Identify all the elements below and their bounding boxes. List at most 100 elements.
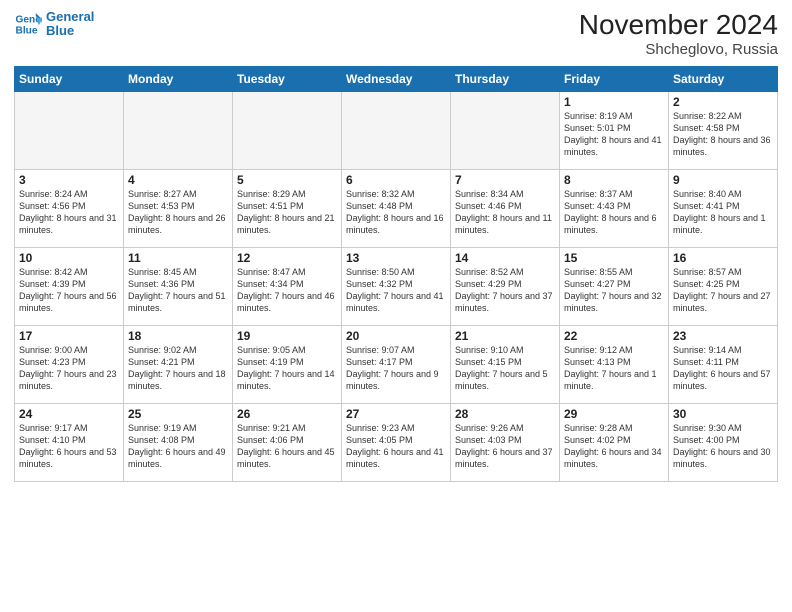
header: General Blue General Blue November 2024 …: [14, 10, 778, 58]
day-info: Sunrise: 9:05 AM Sunset: 4:19 PM Dayligh…: [237, 344, 337, 393]
day-number: 5: [237, 173, 337, 187]
logo: General Blue General Blue: [14, 10, 94, 39]
day-info: Sunrise: 8:45 AM Sunset: 4:36 PM Dayligh…: [128, 266, 228, 315]
calendar-cell-w1d5: 8Sunrise: 8:37 AM Sunset: 4:43 PM Daylig…: [560, 169, 669, 247]
calendar-header-row: Sunday Monday Tuesday Wednesday Thursday…: [15, 66, 778, 91]
day-info: Sunrise: 8:55 AM Sunset: 4:27 PM Dayligh…: [564, 266, 664, 315]
day-info: Sunrise: 9:28 AM Sunset: 4:02 PM Dayligh…: [564, 422, 664, 471]
day-info: Sunrise: 9:17 AM Sunset: 4:10 PM Dayligh…: [19, 422, 119, 471]
day-info: Sunrise: 9:21 AM Sunset: 4:06 PM Dayligh…: [237, 422, 337, 471]
calendar-cell-w4d4: 28Sunrise: 9:26 AM Sunset: 4:03 PM Dayli…: [451, 403, 560, 481]
day-info: Sunrise: 9:14 AM Sunset: 4:11 PM Dayligh…: [673, 344, 773, 393]
header-thursday: Thursday: [451, 66, 560, 91]
day-info: Sunrise: 8:42 AM Sunset: 4:39 PM Dayligh…: [19, 266, 119, 315]
day-info: Sunrise: 9:12 AM Sunset: 4:13 PM Dayligh…: [564, 344, 664, 393]
calendar-cell-w3d2: 19Sunrise: 9:05 AM Sunset: 4:19 PM Dayli…: [233, 325, 342, 403]
calendar-cell-w4d0: 24Sunrise: 9:17 AM Sunset: 4:10 PM Dayli…: [15, 403, 124, 481]
calendar-cell-w4d5: 29Sunrise: 9:28 AM Sunset: 4:02 PM Dayli…: [560, 403, 669, 481]
day-info: Sunrise: 8:40 AM Sunset: 4:41 PM Dayligh…: [673, 188, 773, 237]
day-number: 4: [128, 173, 228, 187]
day-info: Sunrise: 8:47 AM Sunset: 4:34 PM Dayligh…: [237, 266, 337, 315]
calendar-cell-w1d2: 5Sunrise: 8:29 AM Sunset: 4:51 PM Daylig…: [233, 169, 342, 247]
calendar-cell-w3d0: 17Sunrise: 9:00 AM Sunset: 4:23 PM Dayli…: [15, 325, 124, 403]
day-number: 23: [673, 329, 773, 343]
calendar-cell-w3d6: 23Sunrise: 9:14 AM Sunset: 4:11 PM Dayli…: [669, 325, 778, 403]
day-number: 15: [564, 251, 664, 265]
day-info: Sunrise: 8:52 AM Sunset: 4:29 PM Dayligh…: [455, 266, 555, 315]
calendar-cell-w0d0: [15, 91, 124, 169]
calendar-cell-w0d2: [233, 91, 342, 169]
day-info: Sunrise: 8:29 AM Sunset: 4:51 PM Dayligh…: [237, 188, 337, 237]
calendar-cell-w0d4: [451, 91, 560, 169]
day-number: 24: [19, 407, 119, 421]
day-number: 9: [673, 173, 773, 187]
header-sunday: Sunday: [15, 66, 124, 91]
calendar-cell-w4d1: 25Sunrise: 9:19 AM Sunset: 4:08 PM Dayli…: [124, 403, 233, 481]
header-wednesday: Wednesday: [342, 66, 451, 91]
day-number: 13: [346, 251, 446, 265]
calendar-cell-w0d6: 2Sunrise: 8:22 AM Sunset: 4:58 PM Daylig…: [669, 91, 778, 169]
logo-line2: Blue: [46, 24, 94, 38]
day-number: 19: [237, 329, 337, 343]
day-info: Sunrise: 8:32 AM Sunset: 4:48 PM Dayligh…: [346, 188, 446, 237]
day-number: 25: [128, 407, 228, 421]
day-number: 18: [128, 329, 228, 343]
day-info: Sunrise: 8:57 AM Sunset: 4:25 PM Dayligh…: [673, 266, 773, 315]
day-number: 8: [564, 173, 664, 187]
calendar-cell-w2d4: 14Sunrise: 8:52 AM Sunset: 4:29 PM Dayli…: [451, 247, 560, 325]
calendar: Sunday Monday Tuesday Wednesday Thursday…: [14, 66, 778, 482]
day-info: Sunrise: 9:02 AM Sunset: 4:21 PM Dayligh…: [128, 344, 228, 393]
calendar-cell-w2d0: 10Sunrise: 8:42 AM Sunset: 4:39 PM Dayli…: [15, 247, 124, 325]
day-info: Sunrise: 8:37 AM Sunset: 4:43 PM Dayligh…: [564, 188, 664, 237]
calendar-cell-w4d3: 27Sunrise: 9:23 AM Sunset: 4:05 PM Dayli…: [342, 403, 451, 481]
day-number: 7: [455, 173, 555, 187]
calendar-cell-w0d1: [124, 91, 233, 169]
page: General Blue General Blue November 2024 …: [0, 0, 792, 612]
calendar-cell-w2d1: 11Sunrise: 8:45 AM Sunset: 4:36 PM Dayli…: [124, 247, 233, 325]
day-number: 29: [564, 407, 664, 421]
calendar-cell-w4d2: 26Sunrise: 9:21 AM Sunset: 4:06 PM Dayli…: [233, 403, 342, 481]
day-number: 14: [455, 251, 555, 265]
calendar-cell-w3d1: 18Sunrise: 9:02 AM Sunset: 4:21 PM Dayli…: [124, 325, 233, 403]
day-number: 28: [455, 407, 555, 421]
calendar-cell-w2d3: 13Sunrise: 8:50 AM Sunset: 4:32 PM Dayli…: [342, 247, 451, 325]
day-info: Sunrise: 9:23 AM Sunset: 4:05 PM Dayligh…: [346, 422, 446, 471]
day-number: 20: [346, 329, 446, 343]
calendar-cell-w4d6: 30Sunrise: 9:30 AM Sunset: 4:00 PM Dayli…: [669, 403, 778, 481]
day-info: Sunrise: 8:24 AM Sunset: 4:56 PM Dayligh…: [19, 188, 119, 237]
calendar-week-1: 3Sunrise: 8:24 AM Sunset: 4:56 PM Daylig…: [15, 169, 778, 247]
day-number: 22: [564, 329, 664, 343]
day-number: 26: [237, 407, 337, 421]
day-info: Sunrise: 9:19 AM Sunset: 4:08 PM Dayligh…: [128, 422, 228, 471]
day-info: Sunrise: 9:10 AM Sunset: 4:15 PM Dayligh…: [455, 344, 555, 393]
calendar-cell-w3d4: 21Sunrise: 9:10 AM Sunset: 4:15 PM Dayli…: [451, 325, 560, 403]
calendar-week-2: 10Sunrise: 8:42 AM Sunset: 4:39 PM Dayli…: [15, 247, 778, 325]
calendar-cell-w1d3: 6Sunrise: 8:32 AM Sunset: 4:48 PM Daylig…: [342, 169, 451, 247]
logo-icon: General Blue: [14, 10, 42, 38]
calendar-cell-w2d2: 12Sunrise: 8:47 AM Sunset: 4:34 PM Dayli…: [233, 247, 342, 325]
day-number: 30: [673, 407, 773, 421]
calendar-cell-w0d3: [342, 91, 451, 169]
calendar-cell-w1d1: 4Sunrise: 8:27 AM Sunset: 4:53 PM Daylig…: [124, 169, 233, 247]
day-info: Sunrise: 9:07 AM Sunset: 4:17 PM Dayligh…: [346, 344, 446, 393]
calendar-week-0: 1Sunrise: 8:19 AM Sunset: 5:01 PM Daylig…: [15, 91, 778, 169]
header-friday: Friday: [560, 66, 669, 91]
day-info: Sunrise: 8:50 AM Sunset: 4:32 PM Dayligh…: [346, 266, 446, 315]
day-number: 21: [455, 329, 555, 343]
logo-line1: General: [46, 10, 94, 24]
calendar-cell-w1d0: 3Sunrise: 8:24 AM Sunset: 4:56 PM Daylig…: [15, 169, 124, 247]
day-number: 1: [564, 95, 664, 109]
calendar-cell-w1d4: 7Sunrise: 8:34 AM Sunset: 4:46 PM Daylig…: [451, 169, 560, 247]
calendar-cell-w3d3: 20Sunrise: 9:07 AM Sunset: 4:17 PM Dayli…: [342, 325, 451, 403]
calendar-cell-w2d6: 16Sunrise: 8:57 AM Sunset: 4:25 PM Dayli…: [669, 247, 778, 325]
calendar-cell-w3d5: 22Sunrise: 9:12 AM Sunset: 4:13 PM Dayli…: [560, 325, 669, 403]
day-info: Sunrise: 9:00 AM Sunset: 4:23 PM Dayligh…: [19, 344, 119, 393]
day-info: Sunrise: 8:34 AM Sunset: 4:46 PM Dayligh…: [455, 188, 555, 237]
day-number: 6: [346, 173, 446, 187]
month-title: November 2024: [579, 10, 778, 41]
day-number: 16: [673, 251, 773, 265]
day-info: Sunrise: 9:30 AM Sunset: 4:00 PM Dayligh…: [673, 422, 773, 471]
calendar-cell-w1d6: 9Sunrise: 8:40 AM Sunset: 4:41 PM Daylig…: [669, 169, 778, 247]
day-info: Sunrise: 8:22 AM Sunset: 4:58 PM Dayligh…: [673, 110, 773, 159]
location: Shcheglovo, Russia: [579, 41, 778, 58]
